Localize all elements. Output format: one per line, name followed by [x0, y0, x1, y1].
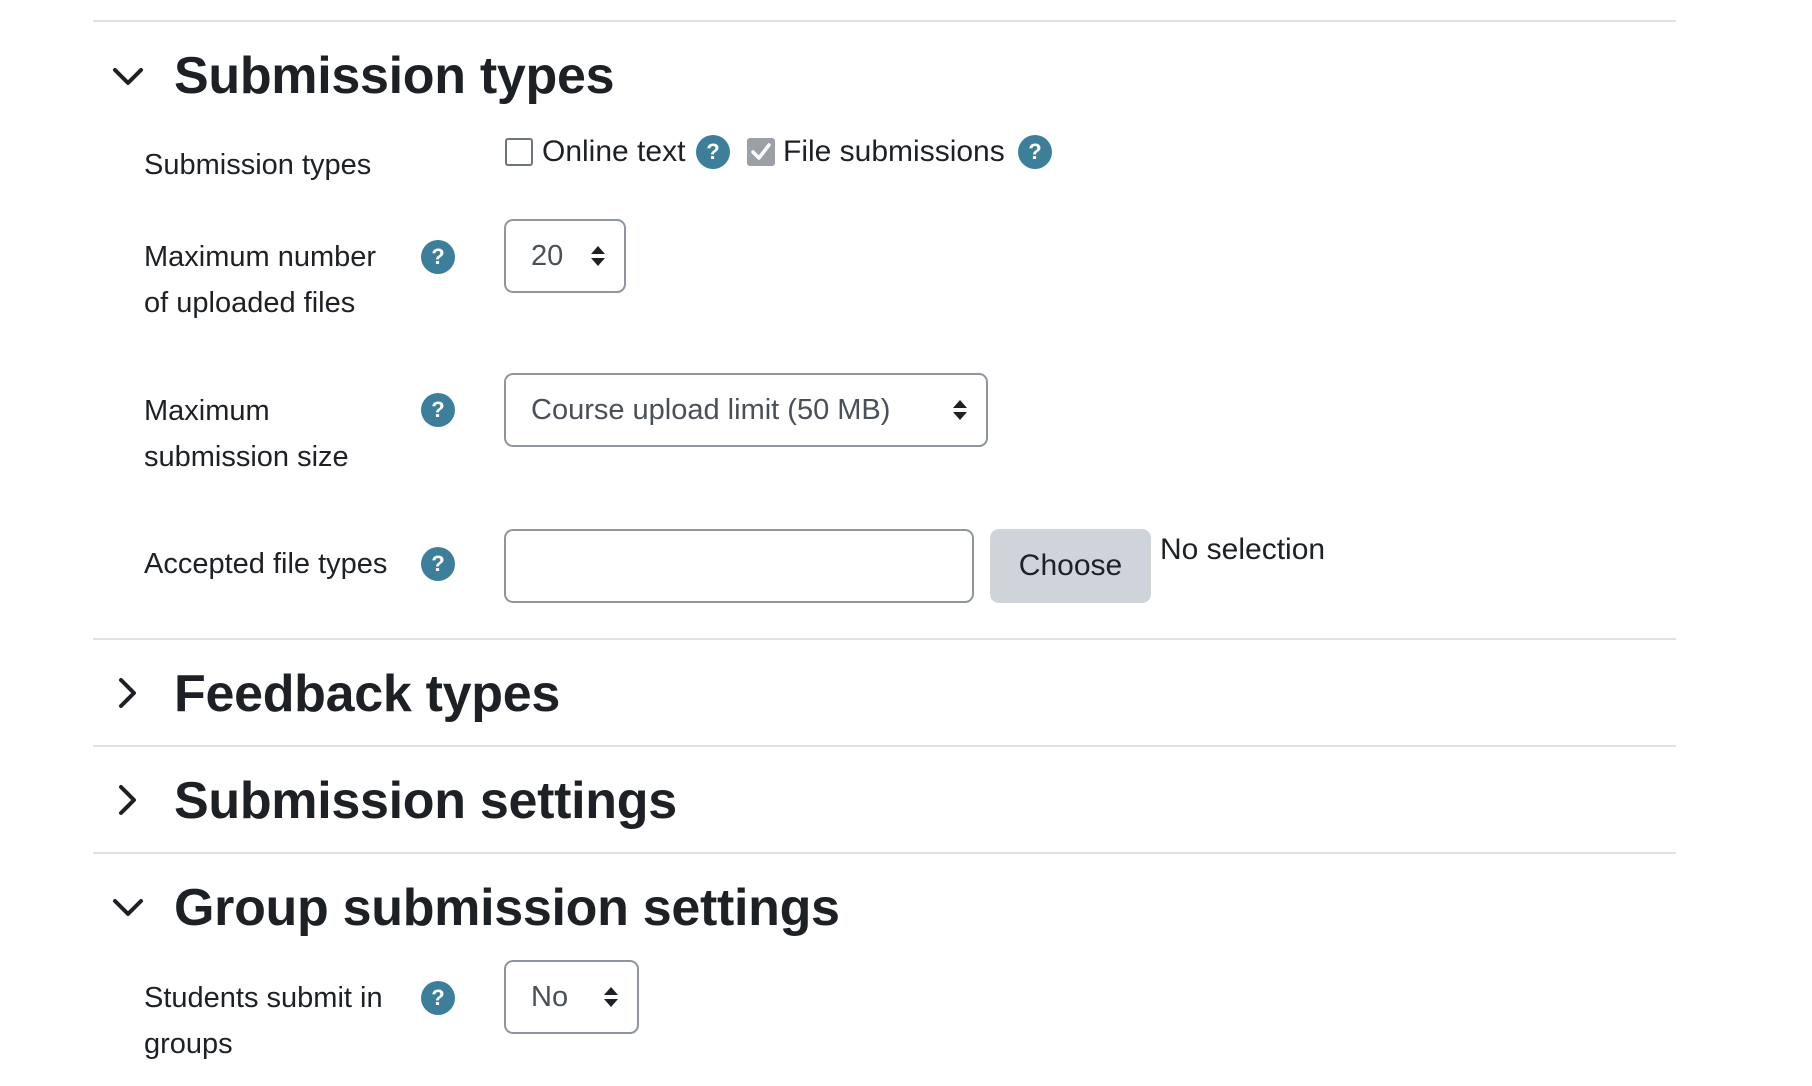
sort-arrows-icon: [604, 987, 618, 1007]
section-toggle-group-submission-settings[interactable]: [108, 888, 148, 928]
accepted-types-status: No selection: [1160, 533, 1326, 566]
divider-feedback: [93, 638, 1676, 640]
max-files-help-icon[interactable]: ?: [421, 240, 455, 274]
file-submissions-checkbox[interactable]: [747, 138, 775, 166]
accepted-types-input[interactable]: [504, 529, 974, 603]
max-size-label-line1: Maximum: [144, 395, 270, 427]
max-size-select[interactable]: Course upload limit (50 MB): [504, 373, 988, 447]
max-files-label-line2: of uploaded files: [144, 287, 356, 319]
section-toggle-feedback-types[interactable]: [108, 673, 148, 713]
accepted-types-help-icon[interactable]: ?: [421, 547, 455, 581]
chevron-right-icon: [119, 678, 136, 708]
section-title-submission-settings[interactable]: Submission settings: [174, 775, 677, 827]
divider-top: [93, 20, 1676, 22]
chevron-down-icon: [113, 68, 143, 85]
section-title-group-submission-settings[interactable]: Group submission settings: [174, 882, 840, 934]
section-toggle-submission-types[interactable]: [108, 57, 148, 97]
section-toggle-submission-settings[interactable]: [108, 780, 148, 820]
file-submissions-help-icon[interactable]: ?: [1018, 135, 1052, 169]
sort-arrows-icon: [591, 246, 605, 266]
max-size-value: Course upload limit (50 MB): [531, 393, 891, 426]
accepted-types-label: Accepted file types: [144, 548, 388, 580]
choose-button[interactable]: Choose: [990, 529, 1151, 603]
section-title-submission-types[interactable]: Submission types: [174, 50, 615, 102]
max-files-value: 20: [531, 239, 564, 272]
students-groups-label-line1: Students submit in: [144, 982, 383, 1014]
max-files-label-line1: Maximum number: [144, 241, 377, 273]
submission-types-label: Submission types: [144, 149, 372, 181]
section-title-feedback-types[interactable]: Feedback types: [174, 668, 560, 720]
sort-arrows-icon: [953, 400, 967, 420]
students-groups-help-icon[interactable]: ?: [421, 981, 455, 1015]
file-submissions-label[interactable]: File submissions: [783, 132, 1005, 172]
max-size-label-line2: submission size: [144, 441, 349, 473]
online-text-label[interactable]: Online text: [542, 132, 685, 172]
chevron-down-icon: [113, 899, 143, 916]
online-text-checkbox[interactable]: [505, 138, 533, 166]
max-size-help-icon[interactable]: ?: [421, 393, 455, 427]
divider-submission-settings: [93, 745, 1676, 747]
max-files-select[interactable]: 20: [504, 219, 626, 293]
students-groups-label-line2: groups: [144, 1028, 233, 1060]
students-groups-value: No: [531, 980, 569, 1013]
online-text-help-icon[interactable]: ?: [696, 135, 730, 169]
checkmark-icon: [751, 143, 771, 160]
students-groups-select[interactable]: No: [504, 960, 639, 1034]
divider-group-submission: [93, 852, 1676, 854]
chevron-right-icon: [119, 785, 136, 815]
